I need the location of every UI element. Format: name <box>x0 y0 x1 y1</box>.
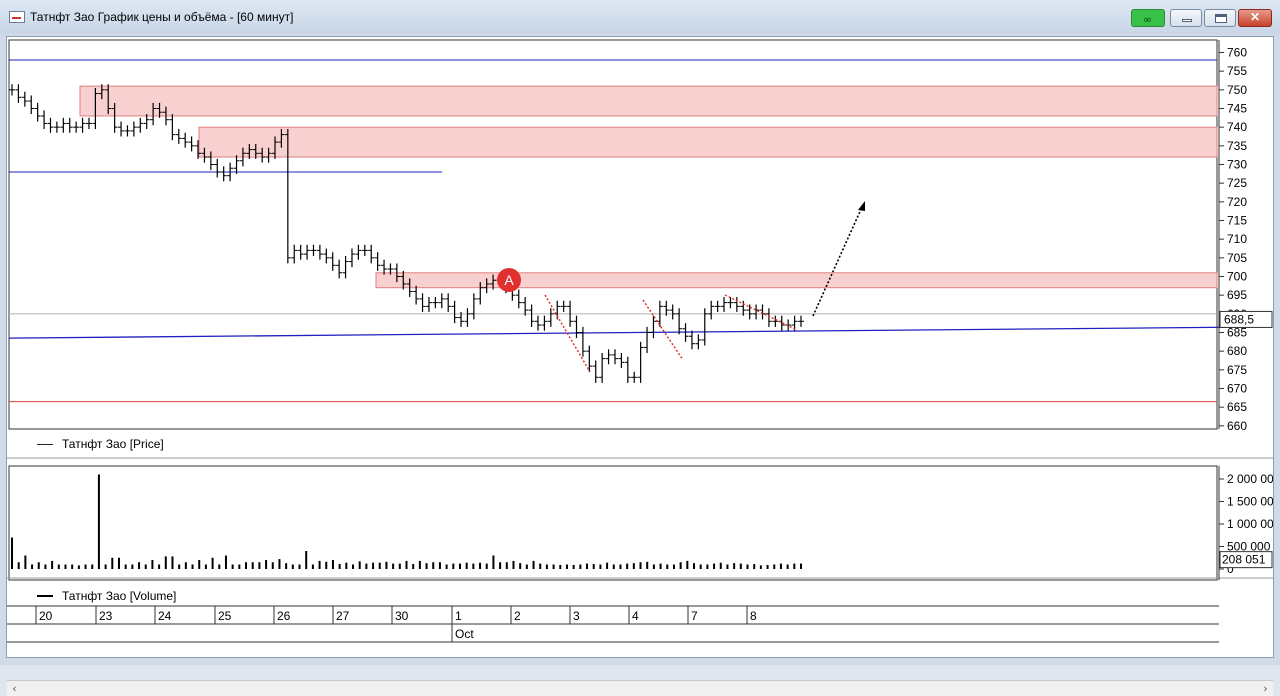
volume-y-tick-label: 2 000 00 <box>1227 472 1273 486</box>
price-legend-label: Татнфт Зао [Price] <box>62 437 164 451</box>
last-volume-label: 208 051 <box>1222 553 1266 567</box>
x-tick-label: 27 <box>336 609 350 623</box>
volume-plot-frame <box>8 465 1218 581</box>
x-tick-label: 24 <box>158 609 172 623</box>
chart-area: A 760 755 750 745 740 735 730 725 720 715 710 705 700… <box>6 36 1274 696</box>
close-button[interactable]: ✕ <box>1238 9 1272 27</box>
x-tick-label: 7 <box>691 609 698 623</box>
resistance-zone-1 <box>79 85 1218 117</box>
scroll-right-icon[interactable]: › <box>1258 681 1273 696</box>
price-legend: Татнфт Зао [Price] <box>37 437 164 451</box>
last-price-label: 688,5 <box>1224 312 1254 326</box>
price-y-tick-label: 735 <box>1227 139 1247 153</box>
marker-a-label: A <box>504 272 514 288</box>
price-y-tick-label: 675 <box>1227 363 1247 377</box>
x-tick-label: 30 <box>395 609 409 623</box>
price-y-tick-label: 760 <box>1227 46 1247 60</box>
price-y-tick-label: 730 <box>1227 157 1247 171</box>
link-icon: ∞ <box>1143 13 1153 26</box>
chart-window: Татнфт Зао График цены и объёма - [60 ми… <box>0 0 1280 696</box>
price-y-tick-label: 710 <box>1227 232 1247 246</box>
resistance-zone-2 <box>198 126 1218 158</box>
x-tick-label: 26 <box>277 609 291 623</box>
maximize-button[interactable] <box>1204 9 1236 27</box>
price-y-tick-label: 695 <box>1227 288 1247 302</box>
x-tick-label: 3 <box>573 609 580 623</box>
price-y-tick-label: 660 <box>1227 419 1247 433</box>
price-y-tick-label: 670 <box>1227 381 1247 395</box>
price-y-tick-label: 725 <box>1227 176 1247 190</box>
chart-canvas[interactable]: A760755750745740735730725720715710705700… <box>7 37 1273 657</box>
x-tick-label: 4 <box>632 609 639 623</box>
horizontal-scrollbar[interactable]: ‹ › <box>7 680 1273 696</box>
price-y-tick-label: 705 <box>1227 251 1247 265</box>
scroll-left-icon[interactable]: ‹ <box>7 681 22 696</box>
volume-legend-swatch <box>37 595 53 597</box>
month-label: Oct <box>455 627 474 641</box>
price-legend-swatch <box>37 443 53 445</box>
maximize-icon <box>1215 14 1227 23</box>
x-tick-label: 25 <box>218 609 232 623</box>
title-bar: Татнфт Зао График цены и объёма - [60 ми… <box>0 0 1280 34</box>
x-tick-label: 23 <box>99 609 113 623</box>
x-tick-label: 2 <box>514 609 521 623</box>
x-tick-label: 8 <box>750 609 757 623</box>
minimize-button[interactable] <box>1170 9 1202 27</box>
x-tick-label: 1 <box>455 609 462 623</box>
price-y-tick-label: 755 <box>1227 64 1247 78</box>
chart-window-icon <box>9 11 25 23</box>
price-y-tick-label: 745 <box>1227 101 1247 115</box>
price-y-tick-label: 715 <box>1227 213 1247 227</box>
price-y-tick-label: 665 <box>1227 400 1247 414</box>
price-y-tick-label: 750 <box>1227 83 1247 97</box>
price-y-tick-label: 680 <box>1227 344 1247 358</box>
price-y-tick-label: 700 <box>1227 269 1247 283</box>
volume-legend: Татнфт Зао [Volume] <box>37 589 176 603</box>
x-tick-label: 20 <box>39 609 53 623</box>
volume-y-tick-label: 1 500 00 <box>1227 495 1273 509</box>
volume-y-tick-label: 1 000 00 <box>1227 517 1273 531</box>
minimize-icon <box>1182 19 1192 22</box>
volume-legend-label: Татнфт Зао [Volume] <box>62 589 177 603</box>
price-y-tick-label: 720 <box>1227 195 1247 209</box>
price-y-tick-label: 740 <box>1227 120 1247 134</box>
window-title: Татнфт Зао График цены и объёма - [60 ми… <box>30 10 294 24</box>
link-button[interactable]: ∞ <box>1131 9 1165 27</box>
